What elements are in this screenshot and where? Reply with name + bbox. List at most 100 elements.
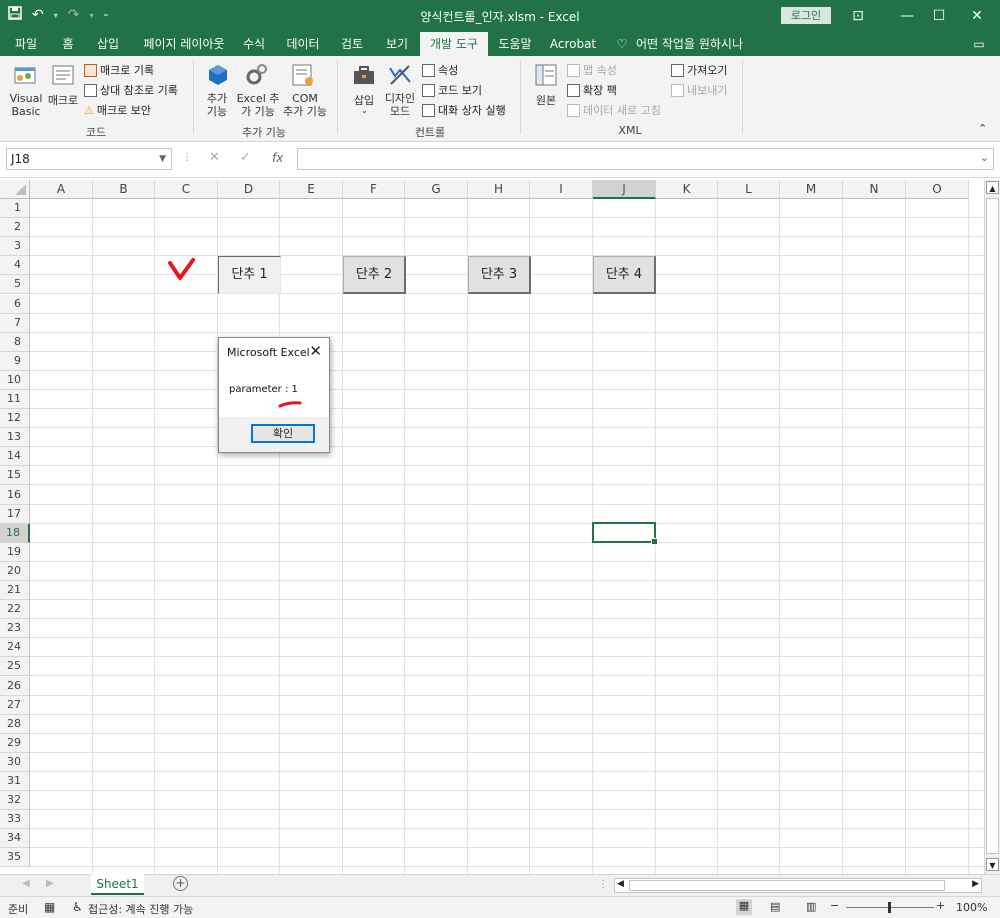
tab-data[interactable]: 데이터 bbox=[280, 32, 326, 56]
tab-developer[interactable]: 개발 도구 bbox=[420, 32, 488, 56]
row-header-16[interactable]: 16 bbox=[0, 485, 30, 505]
cancel-entry-icon[interactable]: ✕ bbox=[209, 150, 220, 165]
column-header-o[interactable]: O bbox=[906, 180, 969, 199]
column-header-h[interactable]: H bbox=[468, 180, 530, 199]
row-header-11[interactable]: 11 bbox=[0, 390, 30, 409]
row-header-17[interactable]: 17 bbox=[0, 504, 30, 524]
column-header-l[interactable]: L bbox=[718, 180, 780, 199]
scroll-right-icon[interactable]: ▶ bbox=[972, 879, 979, 889]
view-code-button[interactable]: 코드 보기 bbox=[422, 82, 482, 98]
macro-security-button[interactable]: ⚠ 매크로 보안 bbox=[84, 102, 151, 118]
active-cell-j18[interactable] bbox=[592, 522, 658, 545]
row-header-10[interactable]: 10 bbox=[0, 370, 30, 390]
name-box-dropdown-icon[interactable]: ▼ bbox=[159, 149, 166, 169]
tab-acrobat[interactable]: Acrobat bbox=[546, 32, 600, 56]
row-header-20[interactable]: 20 bbox=[0, 561, 30, 581]
column-header-b[interactable]: B bbox=[93, 180, 155, 199]
row-header-30[interactable]: 30 bbox=[0, 752, 30, 772]
tab-formulas[interactable]: 수식 bbox=[236, 32, 272, 56]
column-header-n[interactable]: N bbox=[843, 180, 906, 199]
scrollbar-split-icon[interactable]: ⋮ bbox=[598, 879, 608, 890]
add-sheet-icon[interactable]: + bbox=[173, 876, 188, 891]
run-dialog-button[interactable]: 대화 상자 실행 bbox=[422, 102, 506, 118]
refresh-data-button[interactable]: 데이터 새로 고침 bbox=[567, 102, 661, 118]
expansion-packs-button[interactable]: 확장 팩 bbox=[567, 82, 617, 98]
form-button-3[interactable]: 단추 3 bbox=[468, 256, 531, 294]
macro-record-status-icon[interactable]: ▦ bbox=[44, 900, 55, 914]
row-header-6[interactable]: 6 bbox=[0, 294, 30, 314]
sheet-tab-sheet1[interactable]: Sheet1 bbox=[91, 874, 144, 895]
name-box[interactable]: J18 ▼ bbox=[6, 148, 172, 170]
row-header-27[interactable]: 27 bbox=[0, 695, 30, 715]
select-all-corner[interactable] bbox=[0, 180, 30, 199]
tab-home[interactable]: 홈 bbox=[52, 32, 84, 56]
ribbon-display-options-icon[interactable]: ⊡ bbox=[846, 4, 870, 28]
zoom-in-icon[interactable]: + bbox=[936, 899, 945, 912]
tab-insert[interactable]: 삽입 bbox=[88, 32, 128, 56]
row-header-12[interactable]: 12 bbox=[0, 409, 30, 429]
row-header-13[interactable]: 13 bbox=[0, 428, 30, 448]
scroll-up-icon[interactable]: ▲ bbox=[986, 181, 999, 194]
row-header-8[interactable]: 8 bbox=[0, 332, 30, 352]
column-header-i[interactable]: I bbox=[530, 180, 593, 199]
row-header-21[interactable]: 21 bbox=[0, 581, 30, 600]
insert-function-icon[interactable]: fx bbox=[272, 151, 283, 165]
tab-page-layout[interactable]: 페이지 레이아웃 bbox=[136, 32, 232, 56]
scroll-left-icon[interactable]: ◀ bbox=[617, 879, 624, 889]
column-header-c[interactable]: C bbox=[155, 180, 218, 199]
column-header-a[interactable]: A bbox=[30, 180, 93, 199]
zoom-slider-thumb[interactable] bbox=[888, 902, 891, 913]
dialog-close-icon[interactable]: ✕ bbox=[309, 342, 322, 360]
maximize-icon[interactable]: ☐ bbox=[927, 4, 951, 28]
comments-icon[interactable]: ▭ bbox=[968, 32, 990, 56]
import-button[interactable]: 가져오기 bbox=[671, 62, 727, 78]
column-header-j[interactable]: J bbox=[593, 180, 656, 199]
row-header-5[interactable]: 5 bbox=[0, 275, 30, 295]
accessibility-status[interactable]: 접근성: 계속 진행 가능 bbox=[88, 901, 193, 917]
column-header-d[interactable]: D bbox=[218, 180, 280, 199]
relative-reference-button[interactable]: 상대 참조로 기록 bbox=[84, 82, 178, 98]
row-header-34[interactable]: 34 bbox=[0, 829, 30, 849]
horizontal-scroll-thumb[interactable] bbox=[629, 880, 945, 891]
login-button[interactable]: 로그인 bbox=[781, 7, 831, 24]
vertical-scrollbar[interactable]: ▲ ▼ bbox=[984, 180, 1000, 874]
column-header-e[interactable]: E bbox=[280, 180, 343, 199]
row-header-15[interactable]: 15 bbox=[0, 466, 30, 486]
row-header-23[interactable]: 23 bbox=[0, 619, 30, 639]
vertical-scroll-thumb[interactable] bbox=[986, 198, 999, 854]
close-icon[interactable]: ✕ bbox=[965, 4, 989, 28]
row-header-18[interactable]: 18 bbox=[0, 523, 30, 543]
row-header-22[interactable]: 22 bbox=[0, 600, 30, 620]
row-header-9[interactable]: 9 bbox=[0, 351, 30, 371]
row-header-1[interactable]: 1 bbox=[0, 199, 30, 218]
minimize-icon[interactable]: — bbox=[895, 4, 919, 28]
row-header-35[interactable]: 35 bbox=[0, 848, 30, 868]
tab-view[interactable]: 보기 bbox=[378, 32, 416, 56]
row-header-25[interactable]: 25 bbox=[0, 657, 30, 677]
row-header-33[interactable]: 33 bbox=[0, 810, 30, 830]
row-header-26[interactable]: 26 bbox=[0, 676, 30, 696]
column-header-k[interactable]: K bbox=[656, 180, 718, 199]
row-header-28[interactable]: 28 bbox=[0, 714, 30, 734]
collapse-ribbon-icon[interactable]: ⌃ bbox=[978, 122, 987, 135]
row-header-3[interactable]: 3 bbox=[0, 237, 30, 257]
column-header-f[interactable]: F bbox=[343, 180, 405, 199]
row-header-7[interactable]: 7 bbox=[0, 313, 30, 333]
tell-me-search[interactable]: 어떤 작업을 원하시나요? bbox=[636, 32, 760, 75]
form-button-1[interactable]: 단추 1 bbox=[218, 256, 281, 294]
tab-file[interactable]: 파일 bbox=[5, 32, 47, 56]
page-layout-view-icon[interactable]: ▤ bbox=[770, 900, 780, 913]
row-header-14[interactable]: 14 bbox=[0, 447, 30, 467]
properties-button[interactable]: 속성 bbox=[422, 62, 458, 78]
map-properties-button[interactable]: 맵 속성 bbox=[567, 62, 617, 78]
row-header-31[interactable]: 31 bbox=[0, 772, 30, 791]
scroll-down-icon[interactable]: ▼ bbox=[986, 858, 999, 871]
form-button-4[interactable]: 단추 4 bbox=[593, 256, 656, 294]
next-sheet-icon[interactable]: ▶ bbox=[46, 878, 54, 889]
worksheet-grid[interactable]: ABCDEFGHIJKLMNO 1 2 3 4 5 6 7 8 9 10 11 12 13 14 15 16 1… bbox=[0, 180, 1000, 874]
expand-formula-icon[interactable]: ⌄ bbox=[980, 151, 989, 164]
form-button-2[interactable]: 단추 2 bbox=[343, 256, 406, 294]
record-macro-button[interactable]: 매크로 기록 bbox=[84, 62, 154, 78]
tab-help[interactable]: 도움말 bbox=[492, 32, 538, 56]
row-header-32[interactable]: 32 bbox=[0, 791, 30, 811]
